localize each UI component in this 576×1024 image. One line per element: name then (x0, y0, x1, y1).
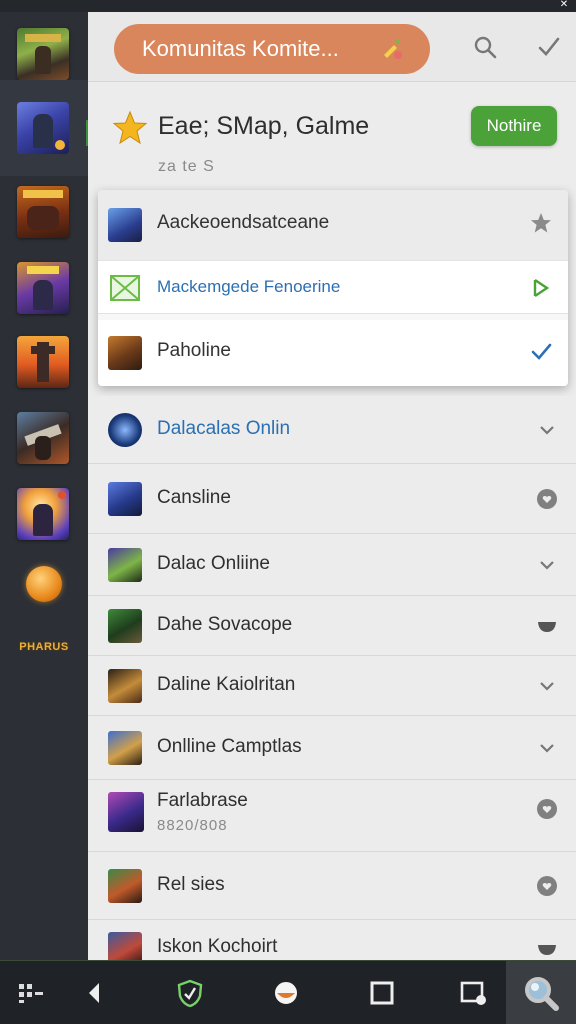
list-item-label: Dalac Onliine (157, 553, 270, 574)
list-item-label: Cansline (157, 487, 231, 508)
check-icon[interactable] (530, 340, 552, 362)
list-item-label: Dahe Sovacope (157, 614, 293, 635)
back-button[interactable] (62, 961, 126, 1024)
heart-icon[interactable] (536, 798, 558, 820)
game-thumbnail (108, 869, 142, 903)
list-item-label: Daline Kaiolritan (157, 674, 296, 695)
list-item[interactable]: Dalac Onliine (88, 534, 576, 596)
dropdown-item[interactable]: Mackemgede Fenoerine (98, 260, 568, 314)
window-button[interactable] (442, 961, 506, 1024)
game-thumbnail (108, 932, 142, 960)
notify-button[interactable]: Nothire (471, 106, 557, 146)
home-icon (273, 980, 299, 1006)
sparkle-icon (384, 39, 402, 59)
search-icon[interactable] (472, 34, 498, 60)
game-subtitle: za te S (158, 158, 215, 175)
bowl-icon[interactable] (536, 615, 558, 637)
game-thumbnail (108, 792, 144, 832)
list-item[interactable]: Rel sies (88, 852, 576, 920)
search-pill-label: Komunitas Komite... (142, 36, 339, 61)
chevron-down-icon[interactable] (536, 675, 558, 697)
star-icon[interactable] (530, 212, 552, 234)
rail-game-5[interactable] (17, 336, 69, 388)
list-item[interactable]: Cansline (88, 464, 576, 534)
window-icon (460, 981, 486, 1005)
dropdown-item[interactable]: Aackeoendsatceane (98, 190, 568, 260)
game-thumbnail (108, 208, 142, 242)
list-item-label: Rel sies (157, 874, 225, 895)
bottom-navigation (0, 960, 576, 1024)
heart-icon[interactable] (536, 488, 558, 510)
rail-game-2[interactable] (0, 80, 88, 176)
list-item[interactable]: Iskon Kochoirt (88, 920, 576, 960)
rail-game-4[interactable] (17, 262, 69, 314)
list-item-label: Dalacalas Onlin (157, 418, 291, 439)
close-icon[interactable]: ✕ (558, 0, 570, 10)
coin-icon[interactable] (26, 566, 62, 602)
search-magnifier-icon (525, 977, 559, 1011)
top-bar: Komunitas Komite... (88, 12, 576, 82)
search-button[interactable] (506, 961, 576, 1024)
grid-button[interactable] (0, 961, 64, 1024)
chevron-down-icon[interactable] (536, 554, 558, 576)
back-icon (89, 983, 99, 1003)
rail-game-3[interactable] (17, 186, 69, 238)
notification-badge (58, 491, 66, 499)
game-thumbnail (108, 731, 142, 765)
arrow-right-icon[interactable] (530, 277, 552, 299)
list-item[interactable]: Dahe Sovacope (88, 596, 576, 656)
list-item-subtitle: 8820/808 (157, 817, 228, 834)
game-thumbnail (108, 482, 142, 516)
star-icon (112, 110, 148, 145)
list-item[interactable]: Farlabrase 8820/808 (88, 780, 576, 852)
dropdown-item[interactable]: Paholine (98, 320, 568, 386)
bowl-icon[interactable] (536, 938, 558, 960)
mail-icon (110, 275, 140, 301)
community-search-pill[interactable]: Komunitas Komite... (114, 24, 430, 74)
rail-game-6[interactable] (17, 412, 69, 464)
dropdown-item-label: Aackeoendsatceane (157, 212, 330, 233)
rail-game-7[interactable] (17, 488, 69, 540)
check-icon[interactable] (536, 34, 562, 60)
list-item-label: Iskon Kochoirt (157, 936, 278, 957)
shield-button[interactable] (158, 961, 222, 1024)
dropdown-menu: Aackeoendsatceane Mackemgede Fenoerine P… (98, 190, 568, 386)
chevron-down-icon[interactable] (536, 737, 558, 759)
recents-button[interactable] (350, 961, 414, 1024)
status-bar: ✕ (0, 0, 576, 12)
game-title: Eae; SMap, Galme (158, 112, 370, 140)
dropdown-item-label: Paholine (157, 340, 231, 361)
chevron-down-icon[interactable] (536, 419, 558, 441)
rail-game-1[interactable] (17, 28, 69, 80)
game-rail: PHARUS (0, 12, 98, 960)
grid-icon (19, 984, 43, 1003)
game-thumbnail (108, 669, 142, 703)
list-item[interactable]: Onlline Camptlas (88, 716, 576, 780)
square-icon (370, 981, 394, 1005)
list-item[interactable]: Daline Kaiolritan (88, 656, 576, 716)
list-item-label: Farlabrase (157, 790, 248, 811)
game-thumbnail (108, 609, 142, 643)
main-panel: Komunitas Komite... Eae; SMap, Galme za … (88, 12, 576, 960)
home-button[interactable] (254, 961, 318, 1024)
list-item[interactable]: Dalacalas Onlin (88, 396, 576, 464)
game-thumbnail (108, 548, 142, 582)
game-header: Eae; SMap, Galme za te S Nothire (88, 92, 576, 192)
list-item-label: Onlline Camptlas (157, 736, 302, 757)
dropdown-item-label: Mackemgede Fenoerine (157, 277, 341, 296)
game-thumbnail (108, 336, 142, 370)
heart-icon[interactable] (536, 875, 558, 897)
shield-icon (177, 979, 203, 1008)
game-logo: PHARUS (19, 641, 69, 653)
game-thumbnail (108, 413, 142, 447)
